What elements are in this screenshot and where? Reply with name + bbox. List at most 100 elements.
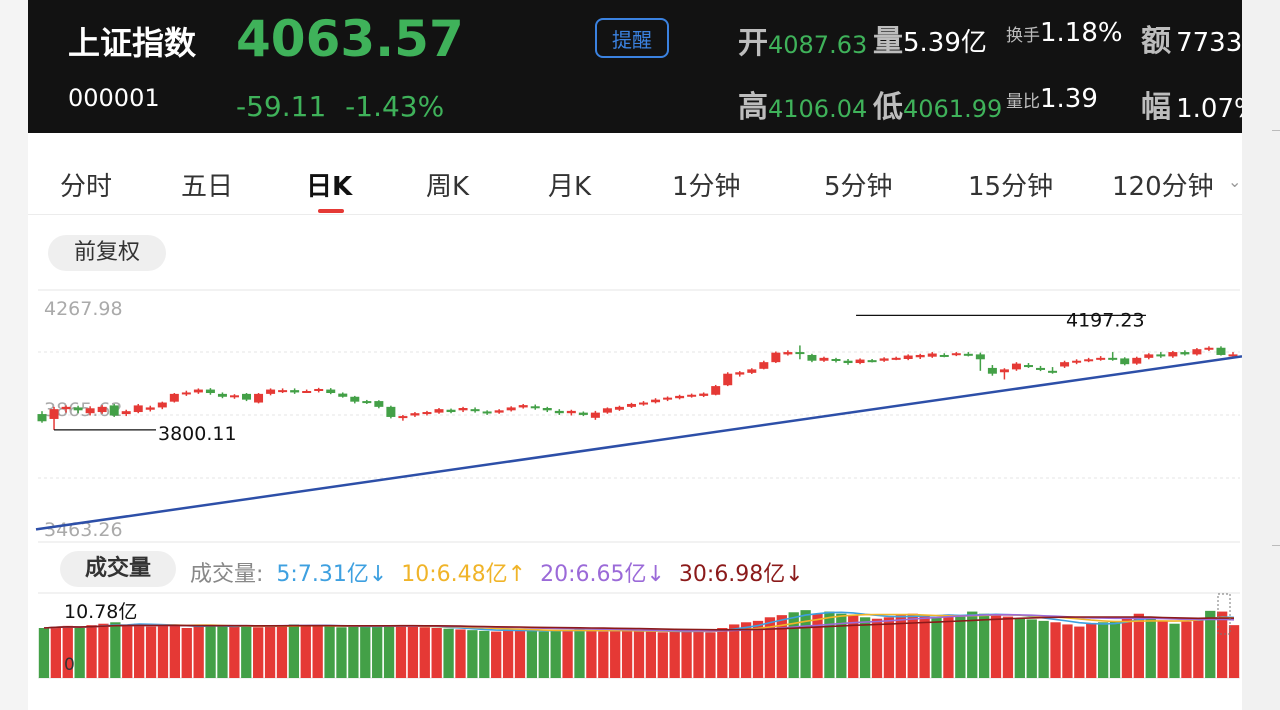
volume-bar — [943, 614, 954, 678]
volume-bar — [1074, 626, 1085, 678]
candle-body — [578, 412, 588, 415]
volume-bar — [669, 631, 680, 678]
candle-body — [915, 354, 925, 358]
volume-bar — [955, 616, 966, 678]
candle-body — [1180, 352, 1190, 355]
volume-bar — [419, 627, 430, 678]
candle-body — [1144, 354, 1154, 358]
volume-bar — [990, 615, 1002, 678]
volume-bar — [1133, 613, 1144, 678]
candle-body — [145, 407, 155, 410]
candle-body — [843, 360, 853, 364]
candle-body — [590, 412, 600, 418]
candle-body — [169, 393, 179, 402]
candle-body — [759, 362, 769, 369]
candle-body — [157, 402, 167, 408]
candle-body — [711, 386, 721, 395]
volume-bar — [895, 615, 906, 678]
volume-max-label: 10.78亿 — [64, 601, 137, 623]
volume-bar — [978, 613, 990, 678]
candle-body — [458, 408, 468, 411]
candle-body — [699, 393, 709, 396]
volume-bar — [122, 625, 133, 678]
low-annotation: 3800.11 — [158, 423, 237, 445]
volume-bar — [514, 630, 526, 678]
candle-body — [410, 413, 420, 416]
volume-bar — [1109, 620, 1121, 678]
volume-ma-legend-item: 20:6.65亿↓ — [540, 562, 665, 587]
y-axis-label: 4267.98 — [44, 298, 123, 320]
volume-bar — [455, 629, 466, 678]
candle-body — [133, 405, 143, 413]
volume-bar — [431, 628, 442, 678]
candle-body — [109, 405, 119, 416]
candle-body — [987, 367, 997, 374]
volume-bar — [1097, 622, 1109, 678]
volume-bar — [824, 611, 835, 678]
candle-body — [290, 390, 300, 393]
volume-button[interactable]: 成交量 — [60, 551, 176, 587]
volume-bar — [383, 625, 395, 678]
volume-bar — [169, 624, 181, 678]
volume-bar — [1228, 625, 1240, 678]
candle-body — [855, 359, 865, 364]
volume-bar — [1216, 611, 1228, 678]
candle-body — [771, 352, 781, 363]
candle-body — [939, 354, 949, 357]
volume-bar — [883, 617, 895, 678]
candle-body — [217, 393, 227, 397]
volume-bar — [1157, 620, 1168, 678]
candle-body — [891, 357, 901, 360]
candle-body — [518, 405, 528, 408]
volume-bar — [193, 626, 204, 678]
volume-bar — [395, 625, 407, 678]
candle-body — [1120, 358, 1130, 365]
volume-bar — [276, 625, 288, 678]
volume-bar — [110, 622, 121, 678]
right-edge-strip — [1242, 0, 1280, 710]
candle-body — [1011, 363, 1021, 370]
volume-bar — [300, 625, 311, 678]
candle-body — [1156, 354, 1166, 357]
candle-body — [951, 353, 961, 356]
volume-bar — [931, 617, 942, 678]
candle-body — [470, 409, 480, 412]
volume-bar — [1205, 610, 1216, 678]
volume-bar — [74, 628, 85, 678]
high-annotation: 4197.23 — [1066, 309, 1145, 331]
candle-body — [362, 401, 372, 404]
candle-body — [229, 395, 239, 398]
volume-bar — [1086, 623, 1097, 678]
volume-bar — [253, 627, 264, 678]
volume-ma-legend-item: 10:6.48亿↑ — [401, 562, 527, 587]
stock-detail-screen: 上证指数 000001 4063.57 -59.11 -1.43% 提醒 开40… — [28, 0, 1242, 710]
candle-body — [422, 412, 432, 415]
volume-bar — [586, 630, 597, 678]
volume-bar — [241, 625, 252, 678]
volume-bar — [562, 630, 573, 678]
volume-bar — [145, 626, 157, 678]
candle-body — [1036, 367, 1046, 370]
volume-legend-title: 成交量: — [190, 562, 264, 587]
candle-body — [266, 389, 276, 394]
volume-bar — [98, 623, 109, 678]
candle-body — [338, 393, 348, 397]
volume-bar — [919, 615, 930, 678]
volume-bar — [86, 625, 97, 678]
edge-mark — [1272, 130, 1280, 131]
volume-bar — [288, 624, 300, 678]
candle-body — [663, 397, 673, 400]
candle-body — [530, 406, 540, 409]
volume-bar — [38, 628, 50, 678]
volume-bar — [729, 624, 740, 678]
candle-body — [651, 399, 661, 403]
kline-chart[interactable]: 4267.983865.623463.264197.233800.1110.78… — [28, 0, 1242, 710]
volume-bar — [372, 625, 383, 678]
candle-body — [723, 373, 733, 386]
edge-mark — [1272, 545, 1280, 546]
candle-body — [37, 414, 47, 422]
volume-bar — [1121, 617, 1133, 678]
candle-body — [49, 409, 59, 419]
candle-body — [554, 410, 564, 414]
candle-body — [254, 393, 264, 403]
